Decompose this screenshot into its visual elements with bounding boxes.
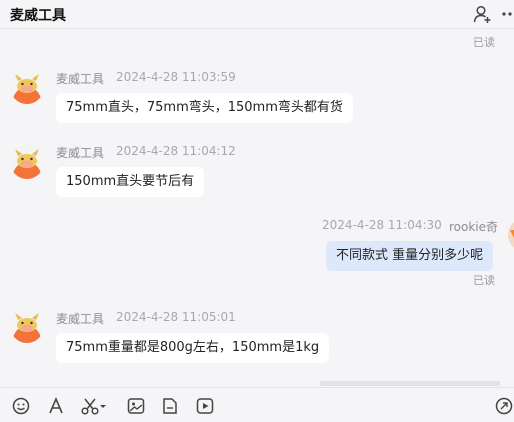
message-bubble[interactable]: 不同款式 重量分别多少呢 <box>326 241 494 271</box>
message-time: 2024-4-28 11:05:01 <box>116 310 236 324</box>
quick-reply-icon[interactable] <box>494 396 514 416</box>
sender-avatar[interactable] <box>10 70 44 104</box>
read-receipt: 已读 <box>473 274 495 287</box>
message-time: 2024-4-28 11:03:59 <box>116 70 236 84</box>
chat-title: 麦威工具 <box>10 8 66 24</box>
sender-name: 麦威工具 <box>56 146 105 160</box>
sender-name: rookie奇 <box>449 220 499 234</box>
video-icon[interactable] <box>195 396 215 416</box>
sender-avatar[interactable] <box>10 309 44 343</box>
emoji-icon[interactable] <box>11 396 31 416</box>
message-bubble[interactable]: 150mm直头要节后有 <box>56 167 205 197</box>
scissors-icon[interactable] <box>80 396 100 416</box>
sender-name: 麦威工具 <box>56 72 105 86</box>
input-toolbar <box>0 387 514 422</box>
message-bubble[interactable]: 75mm重量都是800g左右，150mm是1kg <box>56 333 330 363</box>
read-receipt: 已读 <box>473 36 495 49</box>
message-list[interactable]: 已读 麦威工具 2024-4-28 11:03:59 75mm直头，75mm弯头… <box>0 29 514 386</box>
sender-avatar[interactable] <box>10 145 44 179</box>
clipped-message-meta <box>320 381 500 386</box>
message-bubble[interactable]: 75mm直头，75mm弯头，150mm弯头都有货 <box>56 93 353 123</box>
chat-header: 麦威工具 <box>0 0 514 29</box>
more-icon[interactable] <box>500 4 514 24</box>
my-avatar[interactable] <box>508 218 514 252</box>
message-time: 2024-4-28 11:04:12 <box>116 144 236 158</box>
sender-name: 麦威工具 <box>56 312 105 326</box>
image-icon[interactable] <box>126 396 146 416</box>
message-time: 2024-4-28 11:04:30 <box>322 218 442 232</box>
dropdown-icon[interactable] <box>98 396 108 416</box>
add-contact-icon[interactable] <box>472 4 492 24</box>
file-icon[interactable] <box>160 396 180 416</box>
font-icon[interactable] <box>46 396 66 416</box>
